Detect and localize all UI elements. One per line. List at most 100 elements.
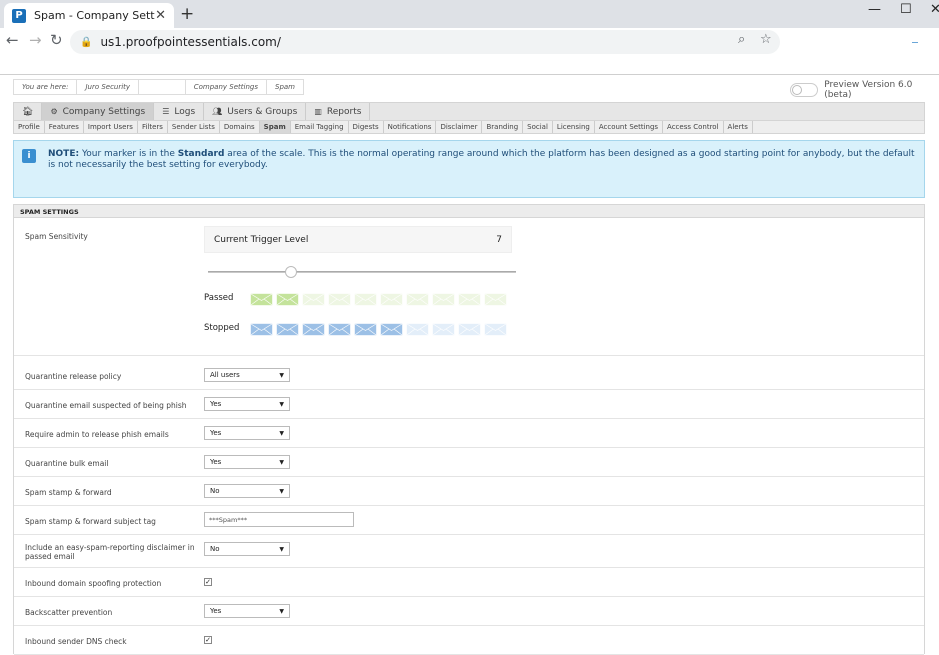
sensitivity-slider-handle[interactable] — [285, 266, 298, 278]
stopped-envelope-icon — [458, 321, 481, 336]
toggle-knob — [792, 85, 802, 95]
tab-sender-lists[interactable]: Sender Lists — [168, 121, 220, 133]
browser-tab-bar: P Spam - Company Settings ✕ + — ☐ ✕ — [0, 0, 939, 28]
divider — [14, 418, 924, 419]
passed-envelope-icon — [328, 291, 351, 306]
divider — [14, 534, 924, 535]
forward-arrow-icon[interactable]: → — [29, 31, 42, 49]
passed-label: Passed — [204, 293, 234, 303]
tab-features[interactable]: Features — [45, 121, 84, 133]
reload-icon[interactable]: ↻ — [50, 31, 63, 49]
browser-tab[interactable]: P Spam - Company Settings ✕ — [4, 3, 174, 28]
quarantine-bulk-email-label: Quarantine bulk email — [25, 459, 109, 468]
main-nav: 🏠︎ ⚙ Company Settings ☰ Logs 👥︎ Users & Gro… — [13, 102, 925, 121]
passed-envelope-icon — [432, 291, 455, 306]
tab-account-settings[interactable]: Account Settings — [595, 121, 664, 133]
close-window-icon[interactable]: ✕ — [930, 2, 939, 17]
nav-company-settings[interactable]: ⚙ Company Settings — [42, 103, 155, 120]
breadcrumb-item-spam[interactable]: Spam — [266, 79, 304, 95]
tab-licensing[interactable]: Licensing — [553, 121, 595, 133]
nav-users-groups[interactable]: 👥︎ Users & Groups — [204, 103, 307, 120]
info-icon: i — [22, 149, 36, 163]
tab-social[interactable]: Social — [523, 121, 553, 133]
stopped-envelope-icon — [432, 321, 455, 336]
users-icon: 👥︎ — [212, 107, 223, 116]
quarantine-release-policy-select[interactable]: All users ▼ — [204, 368, 290, 382]
include-an-easy-spam-reporting-disclaimer-in-passed-email-label: Include an easy-spam-reporting disclaime… — [25, 543, 195, 561]
breadcrumb-item-blank[interactable] — [138, 79, 186, 95]
gear-icon: ⚙ — [50, 107, 58, 116]
spam-sensitivity-label: Spam Sensitivity — [25, 232, 88, 241]
tab-digests[interactable]: Digests — [349, 121, 384, 133]
tab-domains[interactable]: Domains — [220, 121, 260, 133]
tab-filters[interactable]: Filters — [138, 121, 168, 133]
nav-logs[interactable]: ☰ Logs — [154, 103, 205, 120]
stopped-scale — [250, 321, 510, 336]
trigger-value: 7 — [496, 234, 502, 245]
select-value: No — [210, 487, 220, 495]
preview-toggle[interactable]: Preview Version 6.0 (beta) — [790, 80, 939, 100]
bookmark-star-icon[interactable]: ☆ — [760, 32, 772, 47]
quarantine-email-suspected-of-being-phish-select[interactable]: Yes ▼ — [204, 397, 290, 411]
new-tab-icon[interactable]: + — [180, 4, 194, 24]
tab-disclaimer[interactable]: Disclaimer — [436, 121, 483, 133]
chevron-down-icon: ▼ — [279, 607, 284, 615]
maximize-icon[interactable]: ☐ — [900, 2, 912, 17]
note-text-a: Your marker is in the — [79, 149, 178, 159]
close-tab-icon[interactable]: ✕ — [155, 8, 166, 23]
backscatter-prevention-label: Backscatter prevention — [25, 608, 113, 617]
select-value: Yes — [210, 458, 222, 466]
stopped-envelope-icon — [380, 321, 403, 336]
divider — [14, 447, 924, 448]
tab-email-tagging[interactable]: Email Tagging — [291, 121, 349, 133]
tab-alerts[interactable]: Alerts — [724, 121, 753, 133]
divider — [14, 625, 924, 626]
inbound-domain-spoofing-protection-checkbox[interactable]: ✓ — [204, 578, 212, 586]
tab-notifications[interactable]: Notifications — [384, 121, 437, 133]
divider — [14, 567, 924, 568]
info-note: i NOTE: Your marker is in the Standard a… — [13, 140, 925, 198]
quarantine-release-policy-label: Quarantine release policy — [25, 372, 122, 381]
inbound-sender-dns-check-checkbox[interactable]: ✓ — [204, 636, 212, 644]
tab-profile[interactable]: Profile — [14, 121, 45, 133]
breadcrumb-item-company-settings[interactable]: Company Settings — [184, 79, 267, 95]
chevron-down-icon: ▼ — [279, 371, 284, 379]
passed-envelope-icon — [354, 291, 377, 306]
passed-envelope-icon — [302, 291, 325, 306]
stopped-envelope-icon — [406, 321, 429, 336]
tab-branding[interactable]: Branding — [482, 121, 524, 133]
quarantine-bulk-email-select[interactable]: Yes ▼ — [204, 455, 290, 469]
back-arrow-icon[interactable]: ← — [6, 31, 19, 49]
nav-label: Reports — [326, 106, 362, 117]
passed-envelope-icon — [484, 291, 507, 306]
divider — [0, 74, 939, 75]
tab-spam[interactable]: Spam — [259, 121, 291, 133]
divider — [14, 476, 924, 477]
backscatter-prevention-select[interactable]: Yes ▼ — [204, 604, 290, 618]
zoom-icon[interactable]: ⌕ — [738, 32, 745, 47]
stopped-envelope-icon — [250, 321, 273, 336]
current-trigger-level: Current Trigger Level 7 — [204, 226, 512, 253]
url-field[interactable]: 🔒 us1.proofpointessentials.com/ — [70, 30, 780, 54]
proofpoint-favicon-icon: P — [12, 8, 26, 23]
divider — [14, 596, 924, 597]
divider — [14, 389, 924, 390]
spam-settings-panel: SPAM SETTINGS Spam Sensitivity Current T… — [13, 204, 925, 655]
divider — [14, 505, 924, 506]
include-an-easy-spam-reporting-disclaimer-in-passed-email-select[interactable]: No ▼ — [204, 542, 290, 556]
select-value: Yes — [210, 400, 222, 408]
sensitivity-slider-track[interactable] — [208, 271, 516, 273]
breadcrumb-item-company[interactable]: Juro Security — [76, 79, 140, 95]
spam-stamp-forward-select[interactable]: No ▼ — [204, 484, 290, 498]
minimize-icon[interactable]: — — [868, 2, 881, 17]
tab-access-control[interactable]: Access Control — [663, 121, 724, 133]
chevron-down-icon: ▼ — [279, 429, 284, 437]
tab-import-users[interactable]: Import Users — [84, 121, 138, 133]
spam-stamp-forward-subject-tag-input[interactable]: ***Spam*** — [204, 512, 354, 527]
nav-home[interactable]: 🏠︎ — [14, 103, 43, 120]
nav-reports[interactable]: ▥ Reports — [306, 103, 371, 120]
require-admin-to-release-phish-emails-select[interactable]: Yes ▼ — [204, 426, 290, 440]
select-value: No — [210, 545, 220, 553]
address-bar-row: ← → ↻ 🔒 us1.proofpointessentials.com/ ⌕ … — [0, 28, 939, 72]
preview-switch[interactable] — [790, 83, 819, 97]
